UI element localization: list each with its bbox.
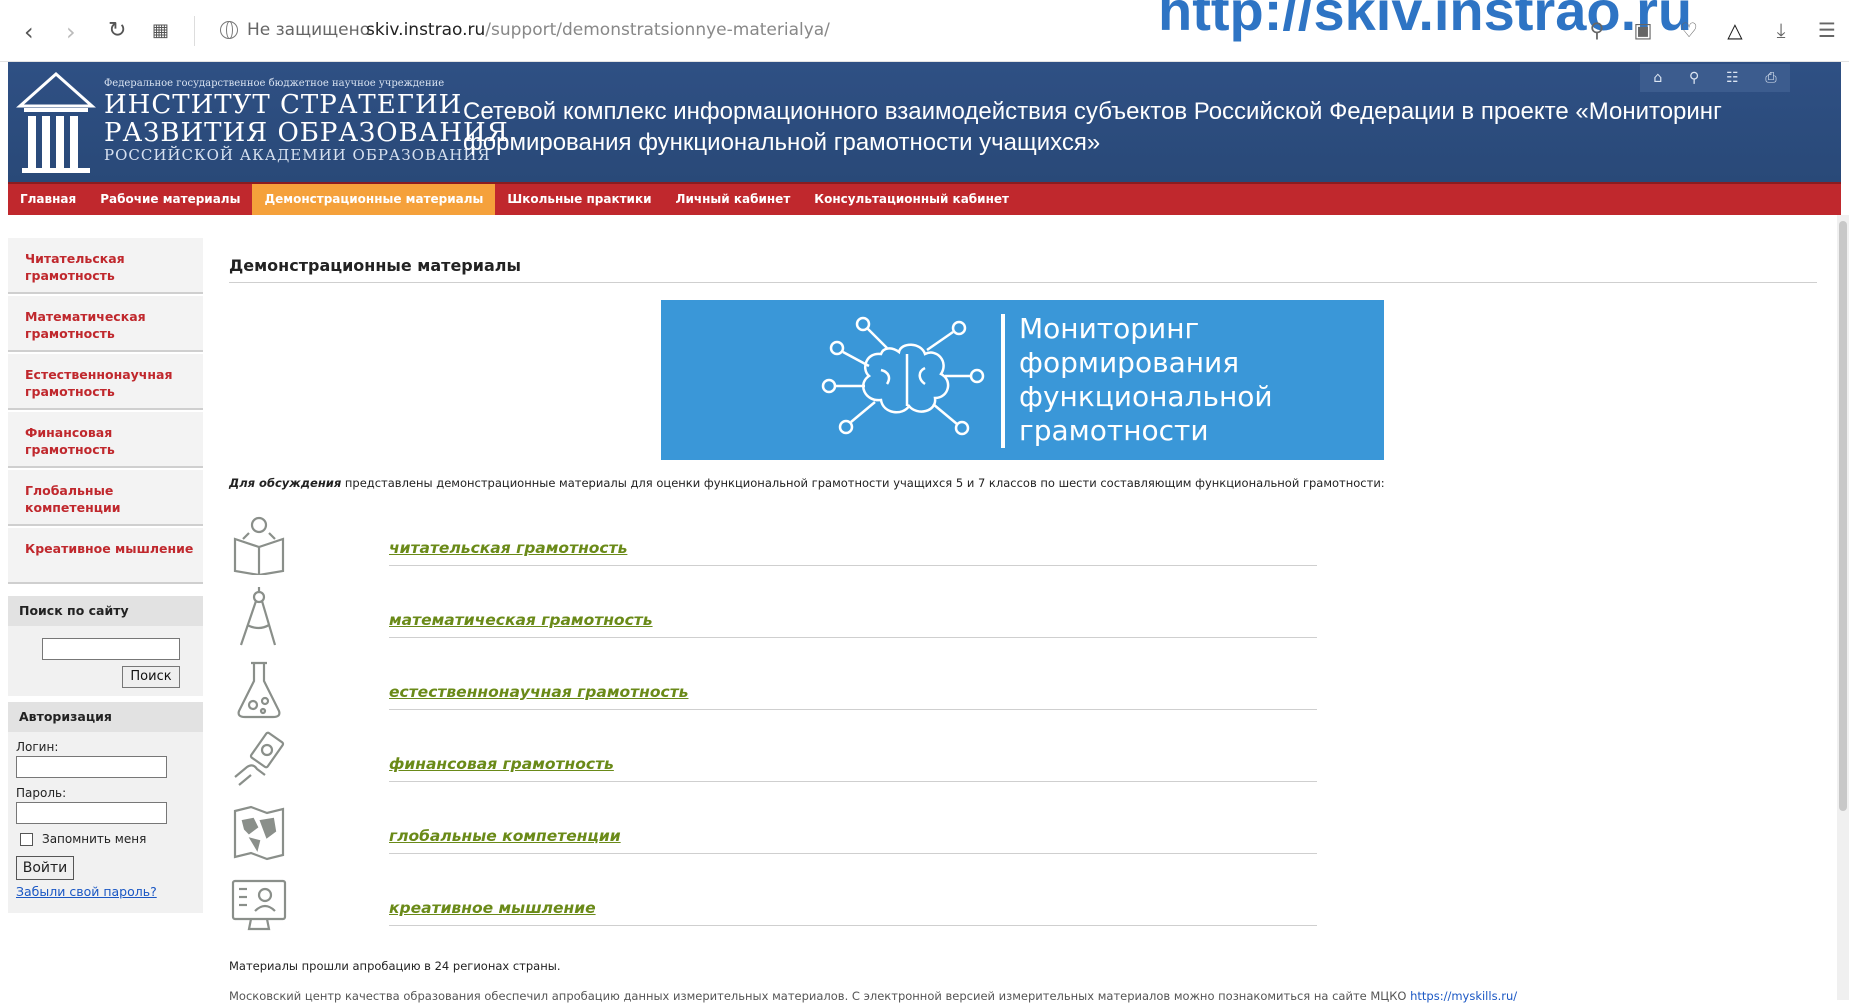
forward-icon[interactable]: › xyxy=(66,18,76,46)
competency-row: математическая грамотность xyxy=(229,587,1319,647)
address-bar[interactable]: skiv.instrao.ru/support/demonstratsionny… xyxy=(366,20,830,40)
heart-icon[interactable]: ♡ xyxy=(1677,18,1701,42)
competency-link-reading[interactable]: читательская грамотность xyxy=(389,539,1317,566)
competency-link-creative[interactable]: креативное мышление xyxy=(389,899,1317,926)
extension-icon[interactable]: △ xyxy=(1723,18,1747,42)
competency-row: глобальные компетенции xyxy=(229,803,1319,863)
remember-checkbox[interactable] xyxy=(20,832,33,846)
camera-icon[interactable]: ▣ xyxy=(1631,18,1655,42)
header-tools: ⌂ ⚲ ☷ ⎙ xyxy=(1640,64,1790,92)
url-domain: skiv.instrao.ru xyxy=(366,20,486,40)
competency-row: естественнонаучная грамотность xyxy=(229,659,1319,719)
auth-box-title: Авторизация xyxy=(8,702,203,732)
myskills-link[interactable]: https://myskills.ru/ xyxy=(1410,989,1517,1003)
mcko-note-text: Московский центр качества образования об… xyxy=(229,989,1411,1003)
forgot-password-link[interactable]: Забыли свой пароль? xyxy=(16,884,203,913)
globe-icon[interactable] xyxy=(220,21,238,39)
reload-icon[interactable]: ↻ xyxy=(108,18,126,43)
approbation-note: Материалы прошли апробацию в 24 регионах… xyxy=(229,959,561,973)
banner-line-4: грамотности xyxy=(1019,414,1209,447)
remember-row: Запомнить меня xyxy=(20,832,203,846)
download-icon[interactable]: ⤓ xyxy=(1769,18,1793,42)
competency-link-finance[interactable]: финансовая грамотность xyxy=(389,755,1317,782)
competency-link-global[interactable]: глобальные компетенции xyxy=(389,827,1317,854)
scrollbar-thumb[interactable] xyxy=(1839,221,1847,811)
page-title: Демонстрационные материалы xyxy=(229,238,1817,283)
page-scrollbar[interactable] xyxy=(1837,215,1849,1000)
sidebar-item-finance[interactable]: Финансовая грамотность xyxy=(8,412,203,468)
banner-line-1: Мониторинг xyxy=(1019,312,1200,345)
logo-line-3: РОССИЙСКОЙ АКАДЕМИИ ОБРАЗОВАНИЯ xyxy=(104,146,491,164)
compass-icon xyxy=(239,587,277,646)
sidebar-item-science[interactable]: Естественнонаучная грамотность xyxy=(8,354,203,410)
site-title: Сетевой комплекс информационного взаимод… xyxy=(463,98,1722,156)
home-icon[interactable]: ⌂ xyxy=(1653,70,1662,86)
monitoring-banner: Мониторинг формирования функциональной г… xyxy=(661,300,1384,460)
world-map-icon xyxy=(233,805,285,861)
intro-text: Для обсуждения представлены демонстрацио… xyxy=(229,476,1385,490)
competency-row: финансовая грамотность xyxy=(229,731,1319,791)
competency-row: читательская грамотность xyxy=(229,515,1319,575)
password-label: Пароль: xyxy=(16,786,67,800)
back-icon[interactable]: ‹ xyxy=(24,18,34,46)
competency-link-science[interactable]: естественнонаучная грамотность xyxy=(389,683,1317,710)
competency-link-math[interactable]: математическая грамотность xyxy=(389,611,1317,638)
brain-circuit-icon xyxy=(821,316,985,436)
book-reader-icon xyxy=(233,516,285,575)
login-label: Логин: xyxy=(16,740,59,754)
search-box-title: Поиск по сайту xyxy=(8,596,203,626)
menu-icon[interactable]: ☰ xyxy=(1815,18,1839,42)
nav-personal-account[interactable]: Личный кабинет xyxy=(664,184,803,215)
banner-text: Мониторинг формирования функциональной г… xyxy=(1019,312,1273,448)
search-icon[interactable]: ⚲ xyxy=(1585,18,1609,42)
main-content: Демонстрационные материалы Мониторинг фо… xyxy=(229,238,1817,1003)
institute-logo-icon[interactable] xyxy=(16,68,96,176)
sitemap-icon[interactable]: ☷ xyxy=(1726,70,1739,86)
logo-line-2: РАЗВИТИЯ ОБРАЗОВАНИЯ xyxy=(104,118,509,148)
tabs-grid-icon[interactable]: ▦ xyxy=(152,20,169,41)
nav-demo-materials[interactable]: Демонстрационные материалы xyxy=(252,184,496,215)
banner-line-3: функциональной xyxy=(1019,380,1273,413)
competency-row: креативное мышление xyxy=(229,875,1319,935)
sidebar-item-math[interactable]: Математическая грамотность xyxy=(8,296,203,352)
monitor-user-icon xyxy=(231,879,287,931)
banner-divider xyxy=(1001,314,1005,448)
nav-consultation[interactable]: Консультационный кабинет xyxy=(802,184,1021,215)
logo-subtitle: Федеральное государственное бюджетное на… xyxy=(104,78,445,89)
nav-home[interactable]: Главная xyxy=(8,184,88,215)
site-header: Федеральное государственное бюджетное на… xyxy=(8,62,1841,182)
address-separator xyxy=(194,16,195,46)
sidebar: Читательская грамотность Математическая … xyxy=(8,238,203,913)
flask-icon xyxy=(237,661,281,719)
url-path: /support/demonstratsionnye-materialya/ xyxy=(485,20,830,40)
login-field[interactable] xyxy=(16,756,167,778)
intro-bold: Для обсуждения xyxy=(229,476,342,490)
sidebar-item-creative[interactable]: Креативное мышление xyxy=(8,528,203,584)
search-icon[interactable]: ⚲ xyxy=(1689,70,1699,86)
password-field[interactable] xyxy=(16,802,167,824)
money-hand-icon xyxy=(234,731,285,786)
nav-school-practices[interactable]: Школьные практики xyxy=(495,184,663,215)
print-icon[interactable]: ⎙ xyxy=(1765,70,1776,86)
mcko-note: Московский центр качества образования об… xyxy=(229,989,1517,1003)
intro-rest: представлены демонстрационные материалы … xyxy=(341,476,1385,490)
remember-label: Запомнить меня xyxy=(42,832,147,846)
sidebar-item-reading[interactable]: Читательская грамотность xyxy=(8,238,203,294)
sidebar-item-global[interactable]: Глобальные компетенции xyxy=(8,470,203,526)
search-button[interactable]: Поиск xyxy=(122,666,180,688)
security-label[interactable]: Не защищено xyxy=(247,20,370,40)
logo-line-1: ИНСТИТУТ СТРАТЕГИИ xyxy=(104,90,463,120)
search-input[interactable] xyxy=(42,638,180,660)
banner-line-2: формирования xyxy=(1019,346,1240,379)
login-button[interactable]: Войти xyxy=(16,856,74,880)
browser-toolbar: ‹ › ↻ ▦ Не защищено skiv.instrao.ru/supp… xyxy=(0,0,1849,62)
browser-icons: ⚲ ▣ ♡ △ ⤓ ☰ xyxy=(1585,18,1839,42)
search-box: Поиск по сайту Поиск xyxy=(8,596,203,696)
nav-working-materials[interactable]: Рабочие материалы xyxy=(88,184,252,215)
main-nav: Главная Рабочие материалы Демонстрационн… xyxy=(8,182,1841,215)
auth-box: Авторизация Логин: Пароль: Запомнить мен… xyxy=(8,702,203,913)
